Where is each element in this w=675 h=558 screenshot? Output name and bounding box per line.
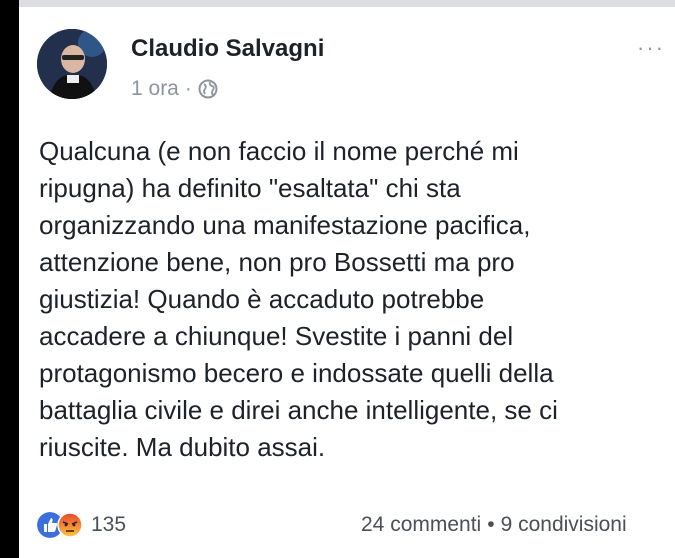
avatar-photo xyxy=(37,29,107,99)
post-text: Qualcuna (e non faccio il nome perché mi… xyxy=(39,136,558,462)
stats-separator: • xyxy=(487,513,495,536)
globe-icon[interactable] xyxy=(198,79,218,99)
comments-link[interactable]: 24 commenti xyxy=(361,513,481,536)
post-time[interactable]: 1 ora xyxy=(131,77,179,101)
reaction-count: 135 xyxy=(91,513,127,536)
top-divider xyxy=(0,0,675,7)
post-meta: 1 ora · xyxy=(131,77,218,101)
angry-reaction-icon xyxy=(57,512,83,538)
author-name[interactable]: Claudio Salvagni xyxy=(131,35,324,63)
avatar[interactable] xyxy=(37,29,107,99)
engagement-stats: 24 commenti • 9 condivisioni xyxy=(361,513,627,537)
meta-separator: · xyxy=(184,77,192,100)
post-card: Claudio Salvagni 1 ora · ··· Qualcuna (e… xyxy=(19,7,675,558)
reactions-summary[interactable]: 135 xyxy=(37,512,126,538)
more-options-button[interactable]: ··· xyxy=(637,35,665,61)
shares-link[interactable]: 9 condivisioni xyxy=(501,513,627,536)
left-edge-bar xyxy=(0,0,19,558)
